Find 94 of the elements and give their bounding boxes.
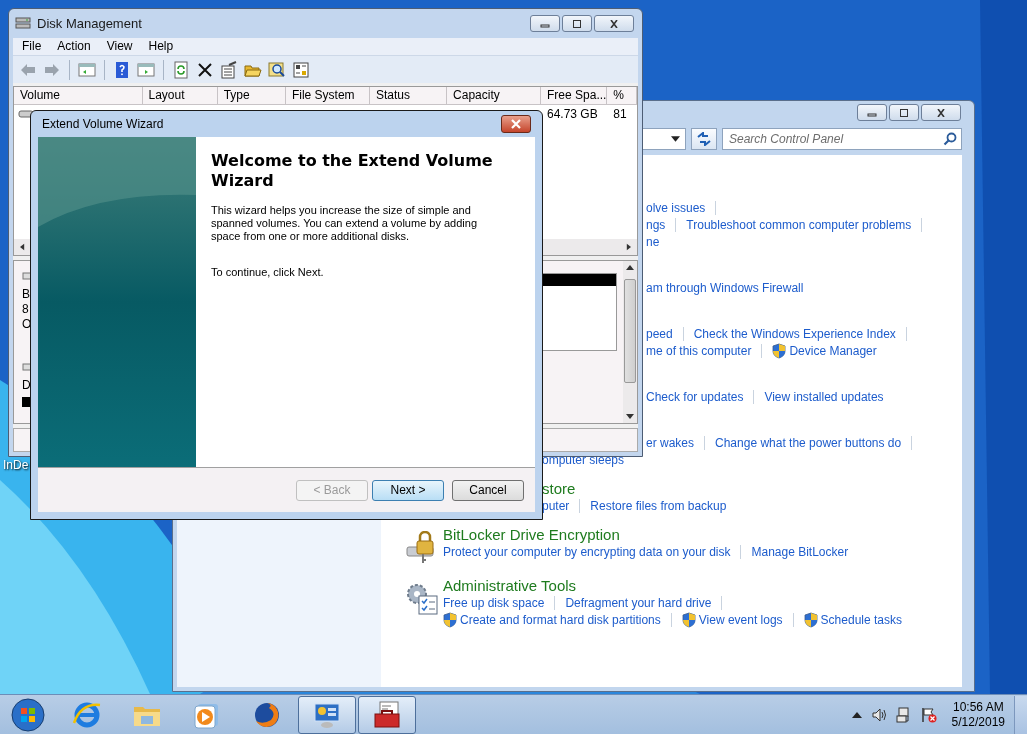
close-button[interactable] (594, 15, 634, 32)
close-icon (608, 19, 620, 28)
category-heading[interactable]: Administrative Tools (443, 576, 577, 594)
column-header[interactable]: Layout (142, 87, 218, 105)
taskbar-button[interactable] (298, 695, 356, 734)
scroll-right-icon[interactable] (626, 243, 631, 251)
menu-item[interactable]: File (15, 39, 51, 54)
properties-icon[interactable] (220, 60, 238, 79)
task-link[interactable]: Free up disk space (443, 595, 545, 610)
task-link[interactable]: ne (646, 234, 660, 249)
column-header[interactable]: Capacity (447, 87, 541, 105)
task-link[interactable]: Schedule tasks (803, 611, 902, 628)
minimize-button[interactable] (530, 15, 560, 32)
column-header[interactable]: Type (217, 87, 286, 105)
maximize-button[interactable] (889, 104, 919, 121)
close-button[interactable] (501, 115, 531, 133)
speaker-icon[interactable] (870, 706, 887, 723)
task-link[interactable]: Restore files from backup (590, 498, 727, 513)
refresh-button[interactable] (691, 128, 717, 150)
dropdown-icon (671, 136, 680, 142)
task-link[interactable]: peed (646, 326, 673, 341)
column-header[interactable]: File System (285, 87, 370, 105)
dialog-title: Extend Volume Wizard (42, 117, 164, 131)
close-icon (510, 119, 522, 129)
scroll-left-icon[interactable] (20, 243, 25, 251)
wizard-heading: Welcome to the Extend Volume Wizard (211, 151, 494, 191)
settings-icon[interactable] (292, 60, 310, 79)
task-link[interactable]: View event logs (681, 611, 783, 628)
task-link[interactable]: me of this computer (646, 343, 752, 358)
wizard-button[interactable]: Next > (372, 479, 444, 501)
toolbox-icon (371, 698, 403, 731)
volume-icon (18, 110, 34, 118)
wizard-button[interactable]: Cancel (452, 479, 524, 501)
disk-label: 8 (22, 302, 30, 317)
task-link[interactable]: Create and format hard disk partitions (443, 611, 661, 628)
taskbar-button[interactable] (358, 695, 416, 734)
task-link[interactable]: Change what the power buttons do (715, 435, 902, 450)
shield-icon (443, 611, 457, 628)
column-header[interactable]: Status (369, 87, 448, 105)
maximize-button[interactable] (562, 15, 592, 32)
task-link[interactable]: Check for updates (646, 389, 744, 404)
column-header[interactable]: Free Spa... (541, 87, 608, 105)
task-link[interactable]: View installed updates (764, 389, 884, 404)
menu-item[interactable]: View (99, 39, 142, 54)
show-hidden-icons-icon[interactable] (851, 711, 862, 718)
task-link[interactable]: ngs (646, 217, 666, 232)
maximize-icon (571, 19, 583, 28)
minimize-button[interactable] (857, 104, 887, 121)
shield-icon (803, 611, 818, 628)
maximize-icon (898, 108, 910, 117)
task-link[interactable]: Defragment your hard drive (565, 595, 712, 610)
task-link[interactable]: Manage BitLocker (751, 544, 849, 559)
window-title: Disk Management (37, 15, 142, 31)
category-heading[interactable]: store (542, 479, 576, 497)
scroll-up-icon[interactable] (626, 265, 634, 271)
scroll-down-icon[interactable] (626, 413, 634, 419)
disk-label: B (22, 287, 31, 302)
scroll-thumb[interactable] (624, 279, 636, 383)
menu-item[interactable]: Help (141, 39, 183, 54)
magnifier-icon[interactable] (268, 60, 286, 79)
network-icon[interactable] (895, 706, 912, 723)
search-field[interactable]: Search Control Panel (722, 128, 962, 150)
task-link[interactable]: er wakes (646, 435, 695, 450)
gear-checklist-icon (405, 582, 439, 616)
shield-icon (772, 342, 787, 359)
task-link[interactable]: Device Manager (772, 342, 877, 359)
disk-label: D (22, 378, 32, 393)
flag-error-icon[interactable] (920, 706, 937, 723)
disk-drive-icon (15, 15, 31, 32)
table-cell-text: 81 (612, 107, 628, 121)
windows-logo-icon (10, 696, 46, 733)
column-header[interactable]: Volume (14, 87, 143, 105)
task-link[interactable]: Protect your computer by encrypting data on your disk (443, 544, 731, 559)
vertical-scrollbar[interactable] (623, 261, 637, 423)
refresh-icon[interactable] (172, 60, 190, 79)
continue-instruction: To continue, click Next. (211, 266, 325, 279)
table-cell-text: 64.73 GB (545, 107, 599, 121)
help-icon[interactable] (113, 60, 131, 79)
task-link[interactable]: puter (542, 498, 570, 513)
task-link[interactable]: olve issues (646, 200, 706, 215)
column-header[interactable]: % (607, 87, 637, 105)
task-link[interactable]: Check the Windows Experience Index (693, 326, 896, 341)
task-link[interactable]: Troubleshoot common computer problems (686, 217, 912, 232)
refresh-icon (696, 132, 712, 146)
task-link[interactable]: am through Windows Firewall (646, 280, 804, 295)
search-icon (943, 132, 957, 146)
close-icon (935, 108, 947, 117)
wizard-description: This wizard helps you increase the size of simple and spanned volumes. You can extend a volume by adding space from one or more additional disks. (211, 204, 479, 243)
category-heading[interactable]: BitLocker Drive Encryption (443, 525, 620, 543)
shield-icon (681, 611, 696, 628)
clock[interactable]: 10:56 AM 5/12/2019 (951, 699, 1005, 730)
delete-icon[interactable] (196, 60, 214, 79)
close-button[interactable] (921, 104, 961, 121)
menu-item[interactable]: Action (50, 39, 100, 54)
